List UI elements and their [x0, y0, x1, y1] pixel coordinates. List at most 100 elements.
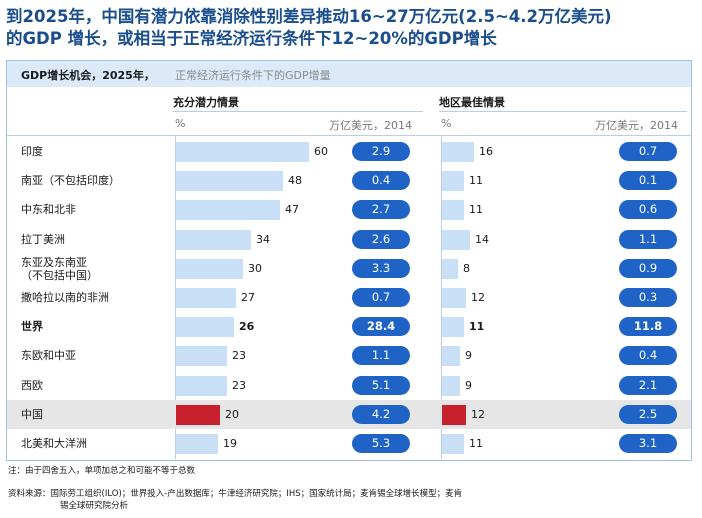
best-in-region-bar	[442, 258, 458, 279]
full-potential-percent-label: 48	[288, 174, 302, 188]
best-in-region-percent-label: 11	[469, 203, 483, 217]
best-in-region-percent-label: 9	[465, 349, 472, 363]
chart-row: 北美和大洋洲 19 5.3 11 3.1	[7, 429, 691, 458]
full-potential-usd-badge: 2.7	[352, 200, 410, 220]
best-in-region-percent-label: 12	[471, 407, 485, 421]
full-potential-bar	[176, 404, 220, 425]
category-label: 东亚及东南亚 （不包括中国）	[21, 256, 98, 282]
chart-row: 东亚及东南亚 （不包括中国） 30 3.3 8 0.9	[7, 254, 691, 283]
best-in-region-percent-label: 8	[463, 261, 470, 275]
category-label: 撒哈拉以南的非洲	[21, 291, 109, 304]
right-title-underline	[439, 111, 687, 112]
chart-row: 撒哈拉以南的非洲 27 0.7 12 0.3	[7, 283, 691, 312]
chart-row: 南亚（不包括印度） 48 0.4 11 0.1	[7, 166, 691, 195]
best-in-region-bar	[442, 375, 460, 396]
left-unit-label: 万亿美元，2014	[329, 119, 412, 132]
category-label: 西欧	[21, 379, 43, 392]
best-in-region-usd-badge: 0.4	[619, 346, 677, 366]
category-label: 东欧和中亚	[21, 349, 76, 362]
full-potential-percent-label: 60	[314, 145, 328, 158]
category-label-line: 撒哈拉以南的非洲	[21, 291, 109, 304]
best-in-region-percent-label: 11	[469, 320, 485, 334]
best-in-region-usd-badge: 1.1	[619, 229, 677, 249]
category-label: 南亚（不包括印度）	[21, 174, 120, 187]
left-title-underline	[173, 111, 423, 112]
full-potential-usd-badge: 5.1	[352, 375, 410, 395]
best-in-region-usd-badge: 11.8	[619, 317, 677, 337]
category-label-line: 中国	[21, 407, 43, 421]
title-line-1: 到2025年，中国有潜力依靠消除性别差异推动16~27万亿元(2.5~4.2万亿…	[6, 7, 612, 26]
full-potential-bar	[176, 200, 280, 221]
category-label: 中东和北非	[21, 203, 76, 216]
category-label-line: 印度	[21, 145, 43, 158]
best-in-region-percent-label: 14	[475, 232, 489, 246]
right-percent-label: %	[441, 117, 452, 130]
full-potential-percent-label: 27	[241, 291, 255, 304]
full-potential-percent-label: 19	[223, 437, 237, 450]
category-label-line: 南亚（不包括印度）	[21, 174, 120, 188]
category-label-line: 东欧和中亚	[21, 349, 76, 363]
full-potential-bar	[176, 142, 309, 162]
category-label-line: 东亚及东南亚	[21, 255, 87, 269]
chart-row: 东欧和中亚 23 1.1 9 0.4	[7, 341, 691, 370]
full-potential-usd-badge: 5.3	[352, 434, 410, 453]
full-potential-usd-badge: 2.9	[352, 142, 410, 161]
header-divider	[7, 135, 691, 136]
full-potential-bar	[176, 434, 218, 454]
category-label: 印度	[21, 145, 43, 158]
full-potential-percent-label: 23	[232, 349, 246, 363]
chart-row: 世界 26 28.4 11 11.8	[7, 312, 691, 341]
best-in-region-percent-label: 11	[469, 437, 483, 450]
best-in-region-usd-badge: 0.1	[619, 171, 677, 191]
full-potential-bar	[176, 375, 227, 396]
full-potential-usd-badge: 2.6	[352, 229, 410, 249]
right-unit-label: 万亿美元，2014	[595, 119, 678, 132]
category-label: 北美和大洋洲	[21, 437, 87, 450]
best-in-region-bar	[442, 317, 464, 338]
full-potential-usd-badge: 4.2	[352, 404, 410, 424]
best-in-region-bar	[442, 142, 474, 162]
chart-row: 印度 60 2.9 16 0.7	[7, 137, 691, 166]
category-label: 中国	[21, 408, 43, 421]
right-column-title: 地区最佳情景	[439, 96, 505, 109]
full-potential-usd-badge: 28.4	[352, 317, 410, 337]
title-line-2: 的GDP 增长，或相当于正常经济运行条件下12~20%的GDP增长	[6, 29, 497, 48]
full-potential-usd-badge: 0.4	[352, 171, 410, 191]
panel-header: GDP增长机会，2025年， 正常经济运行条件下的GDP增量	[7, 61, 691, 87]
best-in-region-bar	[442, 171, 464, 192]
category-label: 拉丁美洲	[21, 233, 65, 246]
source-line-1: 资料来源：国际劳工组织(ILO)；世界投入-产出数据库；牛津经济研究院；IHS；…	[8, 489, 463, 499]
chart-row: 中东和北非 47 2.7 11 0.6	[7, 195, 691, 224]
chart-row: 拉丁美洲 34 2.6 14 1.1	[7, 225, 691, 254]
source-line-2: 锡全球研究院分析	[60, 501, 129, 511]
source-note: 资料来源：国际劳工组织(ILO)；世界投入-产出数据库；牛津经济研究院；IHS；…	[8, 488, 462, 512]
best-in-region-usd-badge: 0.9	[619, 258, 677, 278]
best-in-region-bar	[442, 200, 464, 221]
best-in-region-percent-label: 9	[465, 378, 472, 392]
full-potential-bar	[176, 171, 283, 192]
best-in-region-usd-badge: 0.3	[619, 288, 677, 307]
full-potential-percent-label: 47	[285, 203, 299, 217]
full-potential-percent-label: 30	[248, 261, 262, 275]
best-in-region-percent-label: 12	[471, 291, 485, 304]
full-potential-usd-badge: 0.7	[352, 288, 410, 307]
best-in-region-bar	[442, 434, 464, 454]
best-in-region-bar	[442, 404, 466, 425]
category-label: 世界	[21, 320, 43, 333]
left-percent-label: %	[175, 117, 186, 130]
full-potential-bar	[176, 317, 234, 338]
chart-row: 西欧 23 5.1 9 2.1	[7, 371, 691, 400]
best-in-region-percent-label: 16	[479, 145, 493, 158]
category-label-line: 中东和北非	[21, 203, 76, 217]
best-in-region-usd-badge: 0.6	[619, 200, 677, 220]
best-in-region-bar	[442, 346, 460, 367]
full-potential-percent-label: 34	[256, 232, 270, 246]
best-in-region-usd-badge: 2.1	[619, 375, 677, 395]
full-potential-percent-label: 26	[239, 320, 255, 334]
chart-panel: GDP增长机会，2025年， 正常经济运行条件下的GDP增量 充分潜力情景 地区…	[6, 60, 692, 461]
full-potential-bar	[176, 258, 243, 279]
full-potential-bar	[176, 229, 251, 250]
full-potential-bar	[176, 288, 236, 308]
best-in-region-usd-badge: 0.7	[619, 142, 677, 161]
footnote: 注：由于四舍五入，单项加总之和可能不等于总数	[8, 466, 196, 476]
